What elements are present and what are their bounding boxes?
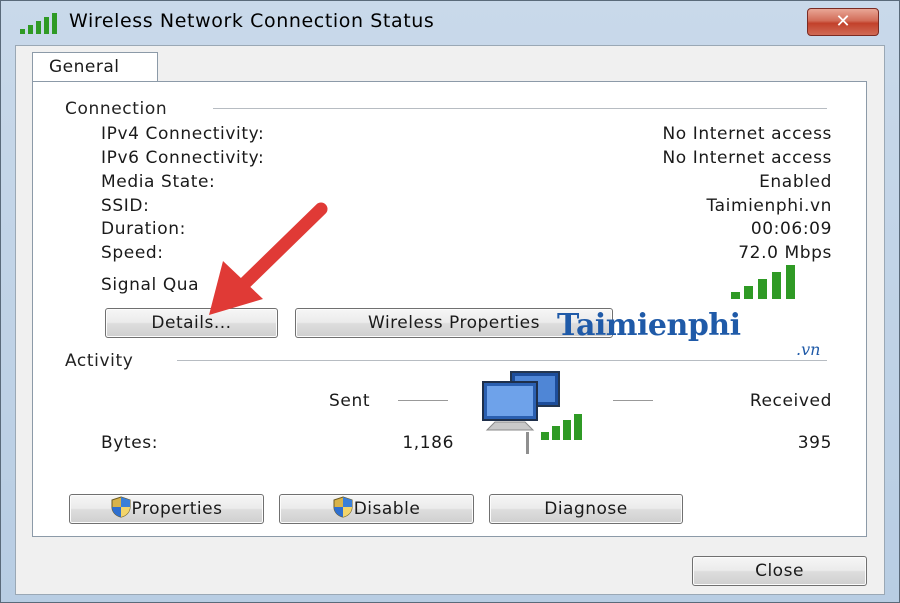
tab-general[interactable]: General: [32, 52, 158, 83]
tab-general-label: General: [49, 57, 120, 77]
connection-heading: Connection: [65, 99, 168, 119]
red-arrow-icon: [209, 202, 328, 315]
signal-quality-icon: [731, 265, 795, 299]
watermark-logo: Taimienphi: [557, 308, 741, 343]
sent-line: [398, 400, 448, 401]
properties-button-label: Properties: [131, 499, 223, 519]
disable-button-label: Disable: [353, 499, 421, 519]
close-icon: ✕: [835, 11, 851, 32]
received-label: Received: [749, 391, 832, 411]
bytes-sent-value: 1,186: [402, 433, 454, 453]
activity-divider: [177, 360, 827, 361]
ssid-label: SSID:: [101, 196, 150, 216]
ipv4-label: IPv4 Connectivity:: [101, 124, 265, 144]
ipv6-label: IPv6 Connectivity:: [101, 148, 265, 168]
network-computers-icon: [482, 371, 582, 440]
properties-button[interactable]: Properties: [69, 494, 264, 524]
sent-label: Sent: [329, 391, 371, 411]
dialog-window: Wireless Network Connection Status ✕ Gen…: [0, 0, 900, 603]
ipv4-value: No Internet access: [662, 124, 832, 144]
uac-shield-icon: [111, 496, 131, 518]
uac-shield-icon: [333, 496, 353, 518]
signal-quality-label: Signal Qua: [101, 275, 200, 295]
ssid-value: Taimienphi.vn: [706, 196, 832, 216]
received-line: [613, 400, 653, 401]
connection-divider: [213, 108, 827, 109]
watermark-suffix: .vn: [796, 340, 821, 359]
close-window-button[interactable]: ✕: [807, 8, 879, 36]
title-bar[interactable]: Wireless Network Connection Status ✕: [1, 1, 899, 45]
speed-label: Speed:: [101, 243, 164, 263]
bytes-received-value: 395: [797, 433, 832, 453]
media-state-value: Enabled: [759, 172, 832, 192]
window-title: Wireless Network Connection Status: [69, 10, 435, 32]
disable-button[interactable]: Disable: [279, 494, 474, 524]
close-button[interactable]: Close: [692, 556, 867, 586]
duration-label: Duration:: [101, 219, 186, 239]
media-state-label: Media State:: [101, 172, 216, 192]
signal-bars-icon: [20, 13, 57, 34]
speed-value: 72.0 Mbps: [738, 243, 832, 263]
general-panel: Connection IPv4 Connectivity: No Interne…: [32, 81, 867, 537]
duration-value: 00:06:09: [750, 219, 832, 239]
bytes-separator: [526, 432, 529, 454]
dialog-body: General Connection IPv4 Connectivity: No…: [15, 45, 885, 595]
diagnose-button[interactable]: Diagnose: [489, 494, 683, 524]
ipv6-value: No Internet access: [662, 148, 832, 168]
activity-heading: Activity: [65, 351, 134, 371]
bytes-label: Bytes:: [101, 433, 159, 453]
